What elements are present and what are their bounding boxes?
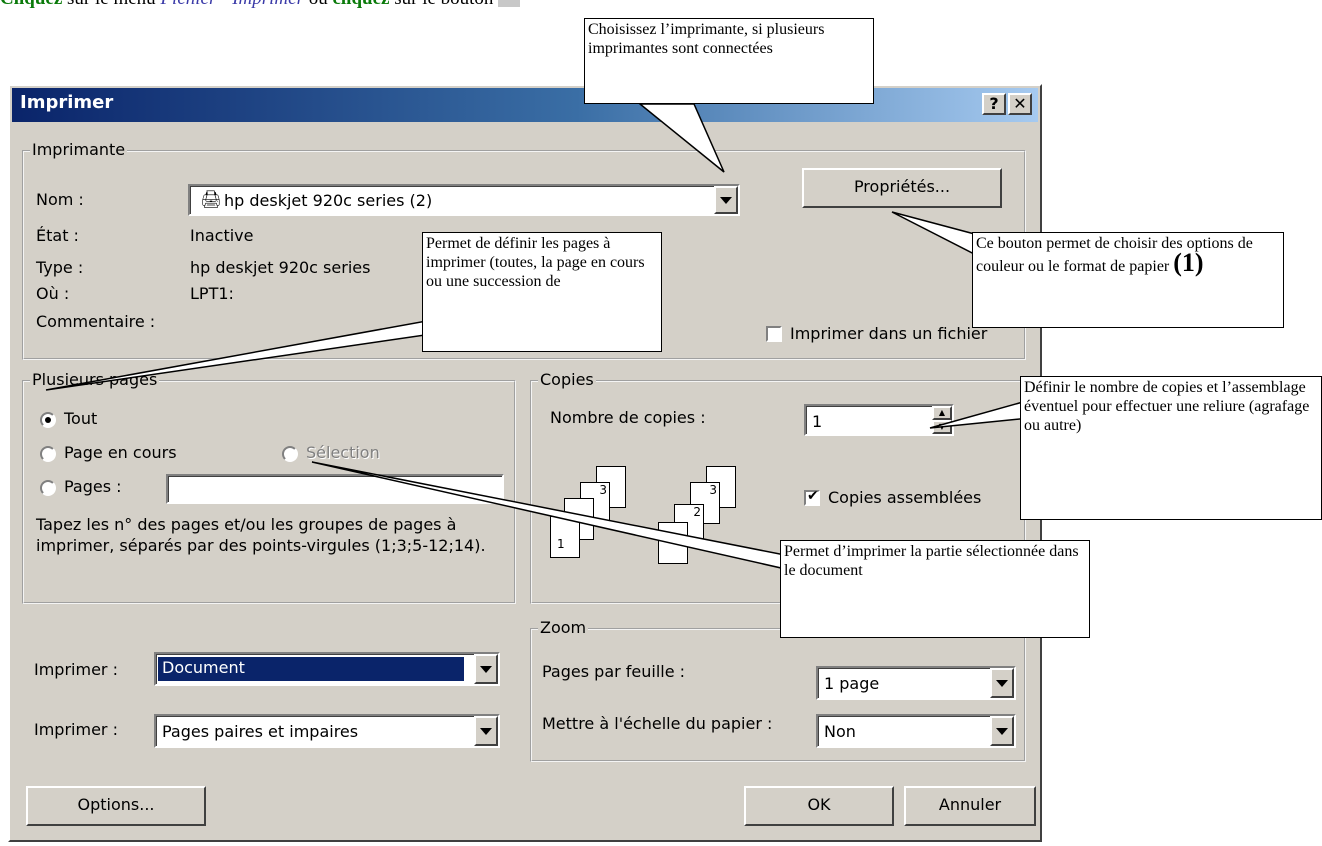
copies-value: 1 — [812, 412, 823, 431]
instruction-text-or: ou — [304, 0, 333, 9]
radio-selection[interactable] — [282, 446, 298, 462]
printer-icon: 🖨 — [200, 190, 222, 210]
copies-spinner[interactable]: 1 ▲ ▼ — [804, 404, 954, 436]
ok-button[interactable]: OK — [744, 786, 894, 826]
collate-illustration: 3 1 3 2 — [550, 466, 790, 586]
print-range-dropdown-arrow-icon[interactable] — [474, 716, 498, 746]
collate-checkbox[interactable] — [804, 488, 820, 506]
cancel-button[interactable]: Annuler — [904, 786, 1036, 826]
collate-page-icon: 1 — [550, 516, 580, 558]
pages-per-sheet-value: 1 page — [824, 674, 880, 693]
radio-pages[interactable] — [40, 480, 56, 496]
copies-label: Nombre de copies : — [550, 408, 706, 427]
callout-properties-text: Ce bouton permet de choisir des options … — [976, 235, 1253, 275]
close-button[interactable]: ✕ — [1008, 93, 1032, 115]
pages-range-input[interactable] — [166, 474, 504, 504]
instruction-click-2: cliquez — [332, 0, 389, 9]
pages-per-sheet-select[interactable]: 1 page — [816, 666, 1016, 700]
instruction-line: Cliquez sur le menu Fichier - Imprimer o… — [0, 0, 521, 10]
print-what-select[interactable]: Document — [154, 652, 500, 686]
print-toolbar-icon — [498, 0, 521, 7]
printer-select[interactable]: 🖨 hp deskjet 920c series (2) — [188, 184, 740, 216]
printer-select-value: hp deskjet 920c series (2) — [224, 191, 433, 210]
name-label: Nom : — [36, 190, 84, 209]
printer-group-label: Imprimante — [30, 140, 128, 159]
print-what-value: Document — [158, 657, 464, 681]
instruction-menu-path: Fichier - Imprimer — [160, 0, 304, 9]
help-button[interactable]: ? — [982, 93, 1006, 115]
collate-label: Copies assemblées — [828, 488, 982, 507]
print-what-dropdown-arrow-icon[interactable] — [474, 654, 498, 684]
pages-hint: Tapez les n° des pages et/ou les groupes… — [36, 515, 486, 555]
type-label: Type : — [36, 258, 84, 277]
type-value: hp deskjet 920c series — [190, 258, 371, 277]
print-range-label: Imprimer : — [34, 720, 118, 739]
instruction-text: sur le menu — [62, 0, 160, 9]
print-to-file-checkbox[interactable] — [766, 326, 782, 342]
dialog-title: Imprimer — [20, 92, 114, 113]
callout-copies: Définir le nombre de copies et l’assembl… — [1020, 376, 1322, 520]
callout-properties: Ce bouton permet de choisir des options … — [972, 232, 1284, 328]
callout-printer: Choisissez l’imprimante, si plusieurs im… — [584, 18, 874, 104]
spin-up-icon[interactable]: ▲ — [932, 406, 952, 420]
instruction-text-button: sur le bouton — [389, 0, 498, 9]
radio-selection-label: Sélection — [306, 443, 380, 462]
scale-dropdown-arrow-icon[interactable] — [990, 716, 1014, 746]
scale-label: Mettre à l'échelle du papier : — [542, 714, 773, 733]
pages-per-sheet-dropdown-arrow-icon[interactable] — [990, 668, 1014, 698]
print-range-select[interactable]: Pages paires et impaires — [154, 714, 500, 748]
printer-dropdown-arrow-icon[interactable] — [714, 186, 738, 214]
print-to-file-label: Imprimer dans un fichier — [790, 324, 988, 343]
callout-selection: Permet d’imprimer la partie sélectionnée… — [780, 540, 1090, 638]
copies-group-label: Copies — [538, 370, 596, 389]
print-what-label: Imprimer : — [34, 660, 118, 679]
radio-all[interactable] — [40, 412, 56, 428]
where-label: Où : — [36, 284, 70, 303]
state-label: État : — [36, 226, 79, 245]
pages-group-label: Plusieurs pages — [30, 370, 160, 389]
spin-down-icon[interactable]: ▼ — [932, 420, 952, 434]
radio-current-page[interactable] — [40, 446, 56, 462]
scale-select[interactable]: Non — [816, 714, 1016, 748]
print-dialog: Imprimer ? ✕ Imprimante Nom : 🖨 hp deskj… — [8, 84, 1042, 842]
where-value: LPT1: — [190, 284, 234, 303]
state-value: Inactive — [190, 226, 254, 245]
properties-button[interactable]: Propriétés... — [802, 168, 1002, 208]
callout-pages: Permet de définir les pages à imprimer (… — [422, 232, 662, 352]
pages-per-sheet-label: Pages par feuille : — [542, 662, 686, 681]
comment-label: Commentaire : — [36, 312, 156, 331]
collate-page-icon — [658, 522, 688, 564]
radio-all-label: Tout — [64, 409, 98, 428]
radio-current-page-label: Page en cours — [64, 443, 177, 462]
scale-value: Non — [824, 722, 856, 741]
print-range-value: Pages paires et impaires — [162, 722, 359, 741]
options-button[interactable]: Options... — [26, 786, 206, 826]
instruction-click: Cliquez — [0, 0, 62, 9]
callout-properties-ref: (1) — [1173, 248, 1204, 277]
zoom-group-label: Zoom — [538, 618, 589, 637]
radio-pages-label: Pages : — [64, 477, 122, 496]
title-bar: Imprimer ? ✕ — [12, 88, 1038, 122]
